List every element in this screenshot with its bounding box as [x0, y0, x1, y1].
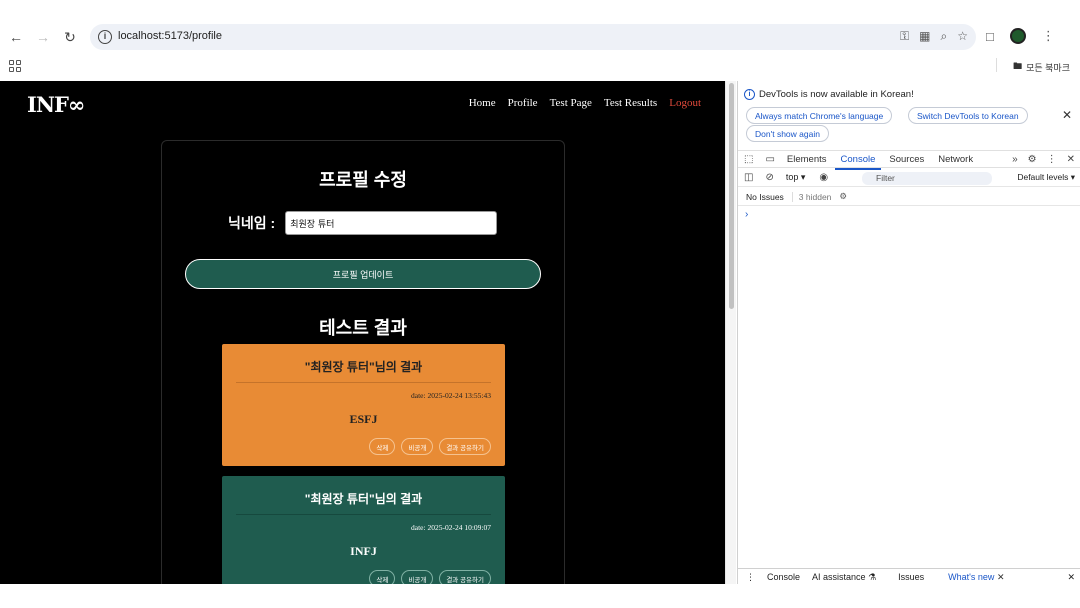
no-issues-text[interactable]: No Issues — [746, 192, 784, 202]
drawer-tab-ai[interactable]: AI assistance ⚗ — [812, 572, 876, 583]
nav-test-results[interactable]: Test Results — [604, 97, 657, 109]
page-scrollbar[interactable] — [725, 81, 736, 584]
devtools-tabbar: ⬚ ▭ Elements Console Sources Network » ⚙… — [738, 150, 1080, 170]
context-label: top — [785, 172, 799, 182]
star-icon[interactable]: ☆ — [957, 29, 968, 44]
nickname-label: 닉네임 : — [228, 215, 276, 231]
result-divider — [236, 514, 491, 515]
filter-input[interactable]: Filter — [862, 172, 992, 185]
result-card: "최원장 튜터"님의 결과 date: 2025-02-24 10:09:07 … — [222, 476, 505, 584]
scroll-thumb[interactable] — [729, 83, 734, 309]
console-prompt[interactable]: › — [745, 209, 748, 220]
all-bookmarks[interactable]: 🖿 모든 북마크 — [1013, 59, 1070, 75]
bookmarks-divider — [996, 58, 997, 72]
console-toolbar: ◫ ⊘ top ▾ ◉ Filter Default levels ▾ — [738, 169, 1080, 187]
switch-korean-button[interactable]: Switch DevTools to Korean — [908, 107, 1028, 124]
site-logo[interactable]: INF∞ — [27, 92, 85, 117]
close-banner-icon[interactable]: ✕ — [1062, 108, 1072, 122]
result-title: "최원장 튜터"님의 결과 — [304, 360, 423, 374]
result-divider — [236, 382, 491, 383]
tab-network[interactable]: Network — [938, 154, 973, 165]
nav-logout[interactable]: Logout — [669, 97, 701, 109]
nickname-row: 닉네임 : — [228, 211, 498, 235]
translate-icon[interactable]: ▦ — [919, 29, 930, 44]
profile-avatar[interactable] — [1009, 28, 1026, 44]
page-viewport: INF∞ Home Profile Test Page Test Results… — [0, 81, 725, 584]
close-drawer-icon[interactable]: ✕ — [1067, 572, 1075, 583]
delete-button[interactable]: 삭제 — [369, 570, 396, 584]
drawer-menu-icon[interactable]: ⋮ — [746, 572, 755, 583]
hidden-count[interactable]: 3 hidden — [791, 191, 831, 202]
result-type: ESFJ — [349, 412, 378, 426]
nav-home[interactable]: Home — [469, 97, 496, 109]
address-bar[interactable]: i localhost:5173/profile ⚿ ▦ ⌕ ☆ — [90, 24, 976, 50]
forward-icon[interactable]: → — [33, 27, 53, 47]
context-select[interactable]: top ▾ — [786, 172, 806, 183]
devtools-panel: i DevTools is now available in Korean! ✕… — [737, 81, 1080, 585]
url-text[interactable]: localhost:5173/profile — [118, 30, 222, 42]
extensions-icon[interactable]: □ — [986, 29, 994, 44]
settings-icon[interactable]: ⚙ — [839, 191, 847, 202]
nav-profile[interactable]: Profile — [508, 97, 538, 109]
tab-console[interactable]: Console — [834, 154, 882, 170]
site-nav: Home Profile Test Page Test Results Logo… — [469, 97, 701, 109]
kebab-icon[interactable]: ⋮ — [1047, 154, 1057, 165]
result-date: date: 2025-02-24 10:09:07 — [411, 523, 491, 532]
more-tabs-icon[interactable]: » — [1012, 154, 1018, 165]
site-info-icon[interactable]: i — [98, 30, 112, 44]
drawer-tab-console[interactable]: Console — [767, 572, 800, 582]
drawer-tab-ai-label: AI assistance — [812, 571, 866, 582]
profile-card: 프로필 수정 닉네임 : 프로필 업데이트 테스트 결과 "최원장 튜터"님의 … — [161, 140, 565, 584]
device-toolbar-icon[interactable]: ▭ — [765, 154, 774, 165]
delete-button[interactable]: 삭제 — [369, 438, 396, 455]
private-button[interactable]: 비공개 — [401, 570, 434, 584]
nickname-input[interactable] — [285, 211, 498, 235]
nav-test-page[interactable]: Test Page — [550, 97, 592, 109]
close-tab-icon[interactable]: ✕ — [997, 572, 1005, 582]
apps-icon[interactable] — [9, 60, 21, 72]
devtools-drawer: ⋮ Console AI assistance ⚗ Issues What's … — [738, 568, 1080, 585]
kebab-menu-icon[interactable]: ⋮ — [1042, 28, 1055, 44]
all-bookmarks-label: 모든 북마크 — [1026, 62, 1070, 73]
flask-icon: ⚗ — [868, 571, 877, 582]
eye-icon[interactable]: ◉ — [819, 172, 828, 183]
back-icon[interactable]: ← — [6, 27, 26, 47]
inspect-icon[interactable]: ⬚ — [744, 154, 753, 165]
browser-toolbar: ← → ↻ i localhost:5173/profile ⚿ ▦ ⌕ ☆ □… — [0, 0, 1080, 81]
results-title: 테스트 결과 — [319, 318, 407, 338]
folder-icon: 🖿 — [1013, 61, 1023, 71]
zoom-icon[interactable]: ⌕ — [941, 29, 948, 44]
key-icon[interactable]: ⚿ — [900, 29, 909, 44]
reload-icon[interactable]: ↻ — [60, 27, 80, 47]
share-result-button[interactable]: 결과 공유하기 — [439, 570, 491, 584]
close-devtools-icon[interactable]: ✕ — [1067, 154, 1075, 165]
issues-bar: No Issues 3 hidden ⚙ — [738, 188, 1080, 206]
levels-dropdown[interactable]: Default levels ▾ — [1017, 172, 1075, 183]
drawer-tab-issues[interactable]: Issues — [898, 572, 924, 582]
result-title: "최원장 튜터"님의 결과 — [304, 492, 423, 506]
sidebar-icon[interactable]: ◫ — [744, 172, 753, 183]
update-profile-button[interactable]: 프로필 업데이트 — [185, 259, 541, 289]
gear-icon[interactable]: ⚙ — [1028, 154, 1037, 165]
clear-console-icon[interactable]: ⊘ — [765, 172, 773, 183]
private-button[interactable]: 비공개 — [401, 438, 434, 455]
info-icon: i — [744, 89, 755, 100]
banner-text: DevTools is now available in Korean! — [759, 89, 914, 100]
dont-show-button[interactable]: Don't show again — [746, 125, 829, 142]
bookmarks-bar: 🖿 모든 북마크 — [0, 56, 1080, 80]
devtools-banner: i DevTools is now available in Korean! — [744, 89, 914, 100]
tab-elements[interactable]: Elements — [787, 154, 827, 165]
drawer-tab-whats-new[interactable]: What's new ✕ — [948, 572, 1004, 583]
levels-label: Default levels — [1017, 172, 1069, 182]
result-card: "최원장 튜터"님의 결과 date: 2025-02-24 13:55:43 … — [222, 344, 505, 466]
whats-new-label: What's new — [948, 571, 995, 582]
result-type: INFJ — [350, 544, 377, 558]
profile-title: 프로필 수정 — [319, 170, 407, 190]
share-result-button[interactable]: 결과 공유하기 — [439, 438, 491, 455]
result-date: date: 2025-02-24 13:55:43 — [411, 391, 491, 400]
tab-sources[interactable]: Sources — [889, 154, 924, 165]
match-language-button[interactable]: Always match Chrome's language — [746, 107, 893, 124]
